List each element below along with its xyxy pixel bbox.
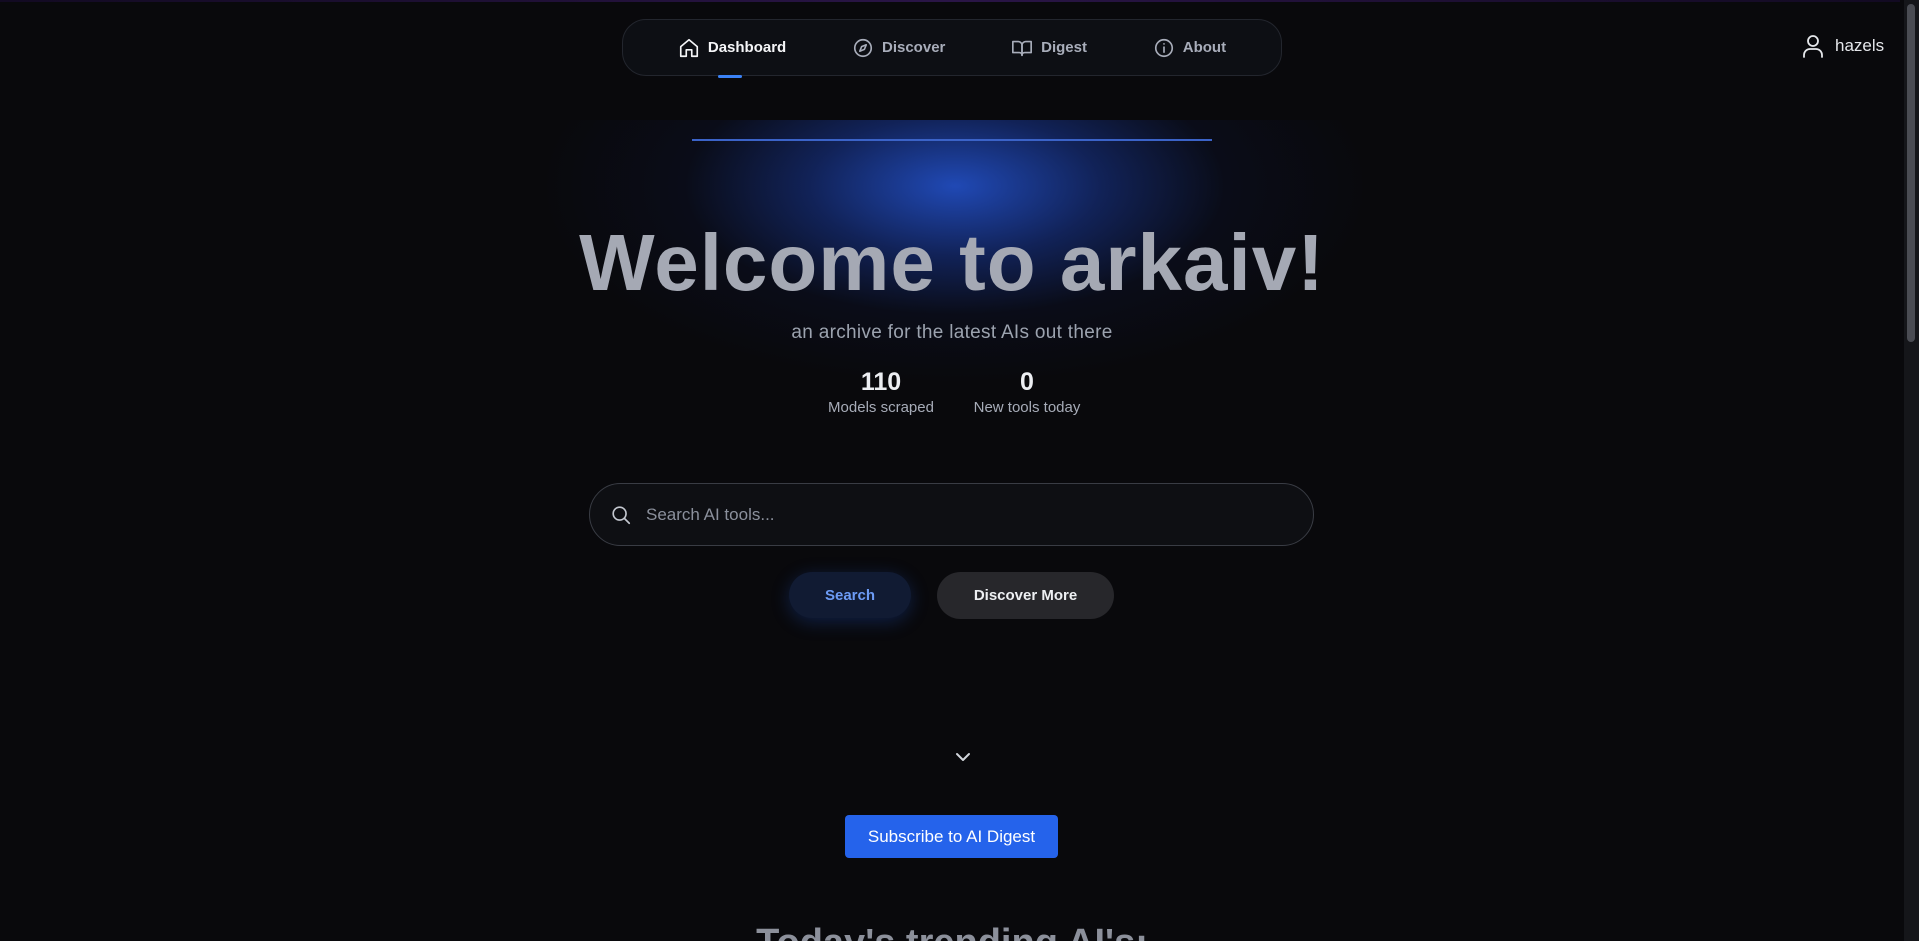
stat-label: New tools today bbox=[973, 399, 1081, 416]
home-icon bbox=[679, 38, 698, 57]
nav-label-about: About bbox=[1182, 39, 1227, 56]
discover-more-button[interactable]: Discover More bbox=[937, 572, 1114, 619]
main-nav: Dashboard Discover Digest About bbox=[622, 19, 1282, 78]
search-icon bbox=[612, 505, 631, 524]
stat-new-tools-today: 0 New tools today bbox=[968, 368, 1086, 416]
nav-item-discover[interactable]: Discover bbox=[852, 37, 945, 59]
user-icon bbox=[1803, 35, 1823, 58]
hero-subtitle: an archive for the latest AIs out there bbox=[791, 322, 1113, 343]
page: Dashboard Discover Digest About hazels W… bbox=[0, 0, 1919, 941]
stats: 110 Models scraped 0 New tools today bbox=[820, 368, 1086, 416]
nav-label-dashboard: Dashboard bbox=[707, 39, 787, 56]
scrollbar-thumb[interactable] bbox=[1907, 4, 1915, 342]
chevron-down-icon[interactable] bbox=[952, 748, 974, 766]
top-accent-line bbox=[0, 0, 1900, 2]
stat-value: 110 bbox=[860, 368, 902, 396]
nav-label-discover: Discover bbox=[882, 39, 946, 56]
search-bar[interactable] bbox=[589, 483, 1314, 546]
compass-icon bbox=[853, 38, 873, 57]
nav-item-about[interactable]: About bbox=[1153, 37, 1226, 59]
trending-heading: Today's trending AI's: bbox=[0, 922, 1904, 941]
hero-title: Welcome to arkaiv! bbox=[579, 218, 1325, 307]
nav-item-dashboard[interactable]: Dashboard bbox=[678, 37, 787, 78]
stat-label: Models scraped bbox=[828, 399, 934, 416]
search-input[interactable] bbox=[646, 504, 1266, 525]
nav-label-digest: Digest bbox=[1041, 39, 1087, 56]
hero-spotlight-bar bbox=[692, 139, 1212, 141]
info-icon bbox=[1154, 38, 1173, 57]
user-menu[interactable]: hazels bbox=[1801, 33, 1884, 59]
username: hazels bbox=[1835, 36, 1885, 55]
nav-item-digest[interactable]: Digest bbox=[1011, 37, 1087, 59]
book-icon bbox=[1012, 40, 1033, 56]
search-button[interactable]: Search bbox=[789, 572, 911, 618]
stat-value: 0 bbox=[1020, 368, 1034, 396]
stat-models-scraped: 110 Models scraped bbox=[820, 368, 942, 416]
active-tab-indicator bbox=[717, 74, 742, 78]
subscribe-button[interactable]: Subscribe to AI Digest bbox=[845, 815, 1058, 858]
